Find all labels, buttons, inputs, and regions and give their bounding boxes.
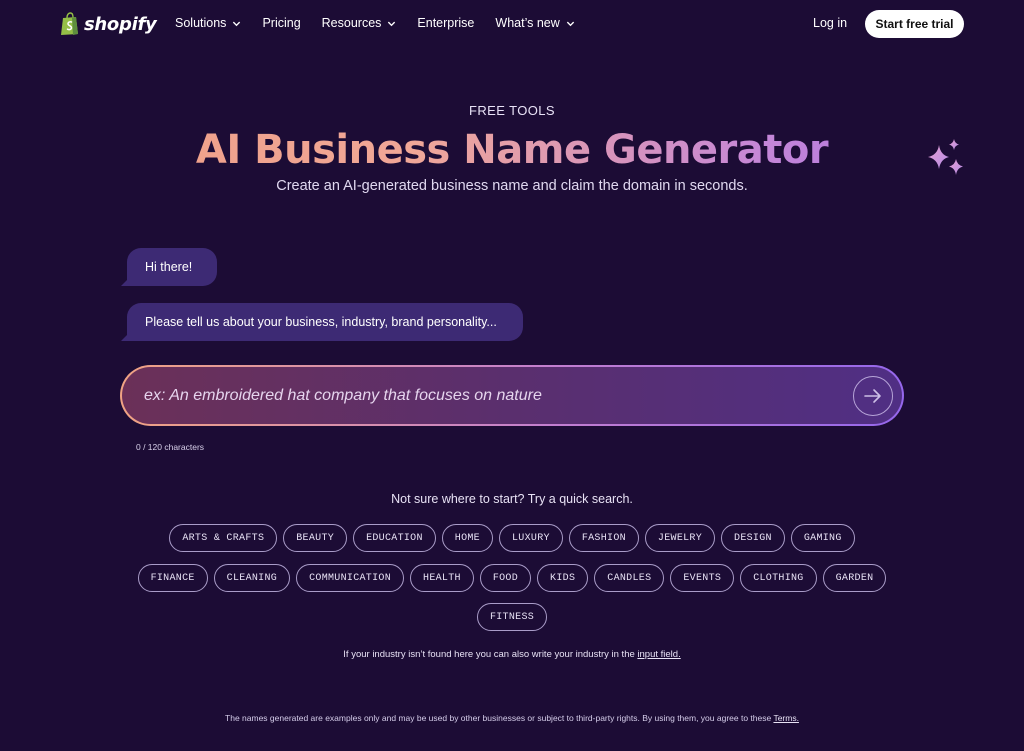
industry-hint: If your industry isn’t found here you ca… bbox=[0, 649, 1024, 660]
chip-garden[interactable]: GARDEN bbox=[822, 564, 887, 592]
terms-link[interactable]: Terms. bbox=[773, 713, 799, 723]
chip-fitness[interactable]: FITNESS bbox=[476, 603, 548, 631]
submit-button[interactable] bbox=[853, 376, 893, 416]
chat-bubble-greeting: Hi there! bbox=[121, 248, 217, 286]
industry-hint-text: If your industry isn’t found here you ca… bbox=[343, 649, 635, 660]
arrow-right-icon bbox=[864, 389, 881, 403]
chevron-down-icon bbox=[233, 21, 241, 26]
page-title: AI Business Name Generator bbox=[0, 124, 1024, 176]
chip-gaming[interactable]: GAMING bbox=[790, 524, 855, 552]
login-link[interactable]: Log in bbox=[813, 16, 847, 30]
chip-row-3: FITNESS bbox=[0, 603, 1024, 631]
nav-links: Solutions Pricing Resources Enterprise W… bbox=[175, 16, 575, 30]
chip-beauty[interactable]: BEAUTY bbox=[283, 524, 348, 552]
chip-finance[interactable]: FINANCE bbox=[137, 564, 208, 592]
chip-luxury[interactable]: LUXURY bbox=[499, 524, 563, 552]
chip-food[interactable]: FOOD bbox=[479, 564, 532, 592]
top-nav: shopify Solutions Pricing Resources Ente… bbox=[0, 0, 1024, 48]
page-subtitle: Create an AI-generated business name and… bbox=[276, 178, 748, 194]
nav-solutions-label: Solutions bbox=[175, 16, 227, 30]
chip-cleaning[interactable]: CLEANING bbox=[213, 564, 291, 592]
logo-wordmark: shopify bbox=[84, 13, 157, 35]
chip-row-2: FINANCE CLEANING COMMUNICATION HEALTH FO… bbox=[0, 564, 1024, 592]
business-description-field bbox=[120, 365, 904, 426]
input-field-link[interactable]: input field. bbox=[637, 649, 680, 660]
chat-bubble-prompt: Please tell us about your business, indu… bbox=[121, 303, 523, 341]
nav-pricing[interactable]: Pricing bbox=[262, 16, 300, 30]
chat-prompt-text: Please tell us about your business, indu… bbox=[145, 315, 497, 329]
start-free-trial-button[interactable]: Start free trial bbox=[865, 10, 964, 38]
nav-solutions[interactable]: Solutions bbox=[175, 16, 241, 30]
nav-enterprise-label: Enterprise bbox=[417, 16, 475, 30]
nav-whats-new-label: What’s new bbox=[495, 16, 560, 30]
quick-search-title: Not sure where to start? Try a quick sea… bbox=[391, 492, 633, 506]
chip-design[interactable]: DESIGN bbox=[721, 524, 785, 552]
chip-clothing[interactable]: CLOTHING bbox=[740, 564, 817, 592]
nav-whats-new[interactable]: What’s new bbox=[495, 16, 574, 30]
sparkle-icon bbox=[928, 139, 963, 175]
chevron-down-icon bbox=[388, 21, 396, 26]
footer-disclaimer: The names generated are examples only an… bbox=[0, 713, 1024, 723]
chip-events[interactable]: EVENTS bbox=[670, 564, 735, 592]
business-description-input[interactable] bbox=[144, 367, 834, 424]
chip-home[interactable]: HOME bbox=[441, 524, 493, 552]
chip-communication[interactable]: COMMUNICATION bbox=[296, 564, 405, 592]
nav-resources[interactable]: Resources bbox=[322, 16, 397, 30]
chip-candles[interactable]: CANDLES bbox=[594, 564, 665, 592]
chip-education[interactable]: EDUCATION bbox=[353, 524, 436, 552]
nav-enterprise[interactable]: Enterprise bbox=[417, 16, 474, 30]
shopping-bag-icon bbox=[61, 12, 78, 35]
nav-pricing-label: Pricing bbox=[262, 16, 301, 30]
chip-arts-crafts[interactable]: ARTS & CRAFTS bbox=[169, 524, 278, 552]
chip-row-1: ARTS & CRAFTS BEAUTY EDUCATION HOME LUXU… bbox=[0, 524, 1024, 552]
eyebrow-label: FREE TOOLS bbox=[469, 103, 555, 118]
nav-resources-label: Resources bbox=[321, 16, 382, 30]
chevron-down-icon bbox=[566, 21, 574, 26]
chip-health[interactable]: HEALTH bbox=[410, 564, 474, 592]
chip-jewelry[interactable]: JEWELRY bbox=[644, 524, 716, 552]
chip-fashion[interactable]: FASHION bbox=[568, 524, 639, 552]
chat-greeting-text: Hi there! bbox=[145, 260, 193, 274]
chip-kids[interactable]: KIDS bbox=[537, 564, 589, 592]
shopify-logo[interactable]: shopify bbox=[60, 12, 157, 36]
input-container bbox=[122, 367, 902, 424]
disclaimer-text: The names generated are examples only an… bbox=[225, 713, 772, 723]
character-counter: 0 / 120 characters bbox=[136, 442, 205, 452]
